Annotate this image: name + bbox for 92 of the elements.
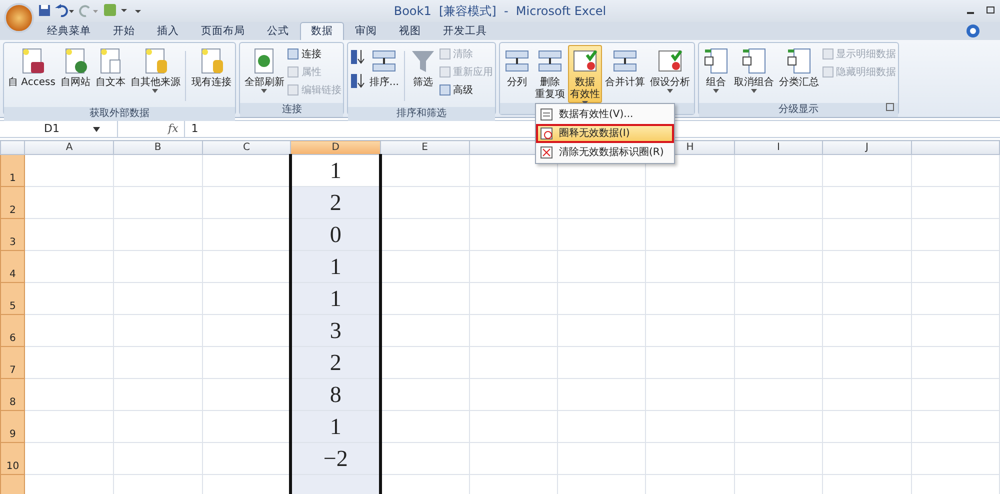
column-header[interactable]: A — [24, 140, 114, 154]
outline-icon — [740, 47, 767, 75]
small-icon — [287, 66, 300, 78]
ribbon-tab[interactable]: 页面布局 — [190, 22, 256, 40]
row-header[interactable]: 5 — [0, 282, 25, 314]
ribbon-button[interactable]: 分列 — [502, 45, 532, 103]
table-cell[interactable]: 2 — [290, 186, 380, 218]
row-header[interactable]: 4 — [0, 250, 25, 282]
caret-icon[interactable] — [93, 126, 100, 132]
table-cell[interactable]: 1 — [290, 250, 380, 282]
column-header[interactable]: D — [290, 140, 380, 154]
table-cell[interactable]: 1 — [290, 410, 380, 442]
ribbon-button[interactable]: 删除 重复项 — [532, 45, 567, 103]
row-header[interactable]: 8 — [0, 378, 25, 410]
column-header[interactable]: B — [114, 140, 202, 154]
row-header[interactable]: 6 — [0, 314, 25, 346]
table-cell[interactable]: 1 — [290, 282, 380, 314]
ribbon-button[interactable]: 数据 有效性 — [568, 45, 602, 103]
row-header[interactable]: 1 — [0, 154, 25, 186]
help-icon[interactable] — [966, 24, 980, 38]
row-header[interactable]: 9 — [0, 410, 25, 442]
ribbon-button[interactable]: 高级 — [438, 82, 493, 98]
ribbon-tab[interactable]: 开发工具 — [432, 22, 498, 40]
caret-icon — [261, 89, 268, 93]
formula-field[interactable]: 1 — [185, 120, 198, 138]
ribbon-button[interactable]: 排序... — [367, 45, 401, 103]
ribbon-tab[interactable]: 插入 — [146, 22, 190, 40]
quick-access-icon[interactable] — [103, 3, 129, 17]
table-cell[interactable]: −2 — [290, 442, 380, 474]
small-icon — [438, 48, 451, 60]
ribbon-button[interactable]: 分类汇总 — [776, 45, 821, 103]
ribbon-tab[interactable]: 公式 — [256, 22, 300, 40]
ribbon-button[interactable]: 取消组合 — [732, 45, 776, 103]
column-header[interactable]: E — [380, 140, 470, 154]
row-header[interactable]: 3 — [0, 218, 25, 250]
small-icon — [822, 66, 834, 78]
sort-icon — [350, 72, 366, 90]
ribbon-button[interactable]: 合并计算 — [602, 45, 647, 103]
restore-icon[interactable] — [986, 4, 996, 14]
outline-icon — [702, 47, 729, 75]
ribbon-button[interactable]: 自 Access — [6, 45, 58, 103]
table-cell[interactable]: 0 — [290, 218, 380, 250]
ribbon-button[interactable]: 自其他来源 — [128, 45, 182, 103]
ribbon-button[interactable]: 组合 — [700, 45, 731, 103]
table-cell[interactable]: 3 — [290, 314, 380, 346]
table-cell[interactable]: 8 — [290, 378, 380, 410]
caret-icon — [152, 89, 158, 93]
save-icon[interactable] — [38, 4, 51, 16]
small-icon — [438, 84, 451, 96]
ribbon-button[interactable]: 自网站 — [58, 45, 92, 103]
row-header[interactable]: 10 — [0, 442, 25, 474]
column-header[interactable]: I — [734, 140, 823, 154]
ribbon-tab[interactable]: 经典菜单 — [36, 22, 102, 40]
undo-icon[interactable] — [55, 4, 75, 16]
caret-icon — [750, 89, 757, 93]
ribbon-button[interactable]: 筛选 — [408, 45, 438, 103]
ribbon-button[interactable]: 全部刷新 — [242, 45, 286, 103]
table-cell[interactable]: 2 — [290, 346, 380, 378]
function-label[interactable]: fx — [168, 120, 186, 138]
menu-item-icon — [540, 146, 553, 159]
ribbon-tab[interactable]: 数据 — [300, 22, 344, 40]
ribbon-button[interactable]: 假设分析 — [648, 45, 692, 103]
row-header[interactable]: 2 — [0, 186, 25, 218]
caret-icon — [712, 89, 719, 93]
small-icon — [287, 48, 300, 60]
group-label: 分级显示 — [698, 103, 898, 117]
launcher-icon[interactable] — [886, 103, 894, 111]
group-label: 获取外部数据 — [4, 107, 236, 121]
outline-icon — [786, 47, 812, 75]
ribbon-tab[interactable]: 视图 — [388, 22, 432, 40]
group-label: 排序和筛选 — [348, 107, 495, 121]
table-cell[interactable]: 1 — [290, 154, 380, 186]
ribbon-tab[interactable]: 审阅 — [344, 22, 388, 40]
menu-item[interactable]: 数据有效性(V)... — [536, 105, 674, 124]
ribbon-button[interactable]: 自文本 — [93, 45, 128, 103]
row-header[interactable]: 7 — [0, 346, 25, 378]
small-icon — [287, 84, 300, 96]
small-icon — [438, 66, 451, 78]
menu-item-icon — [540, 108, 553, 121]
group-label: 连接 — [240, 103, 344, 117]
ribbon-button[interactable]: 现有连接 — [189, 45, 234, 103]
window-title: Book1 [兼容模式] - Microsoft Excel — [394, 3, 606, 20]
menu-item[interactable]: 圈释无效数据(I) — [536, 124, 674, 143]
name-box[interactable]: D1 — [44, 120, 60, 138]
column-header[interactable]: C — [202, 140, 291, 154]
caret-icon — [666, 89, 673, 93]
ribbon-tab[interactable]: 开始 — [102, 22, 146, 40]
sort-icon — [350, 48, 366, 66]
column-header[interactable]: J — [822, 140, 912, 154]
small-icon — [822, 48, 834, 60]
ribbon-button[interactable]: 连接 — [287, 46, 342, 62]
menu-item-icon — [540, 127, 553, 140]
